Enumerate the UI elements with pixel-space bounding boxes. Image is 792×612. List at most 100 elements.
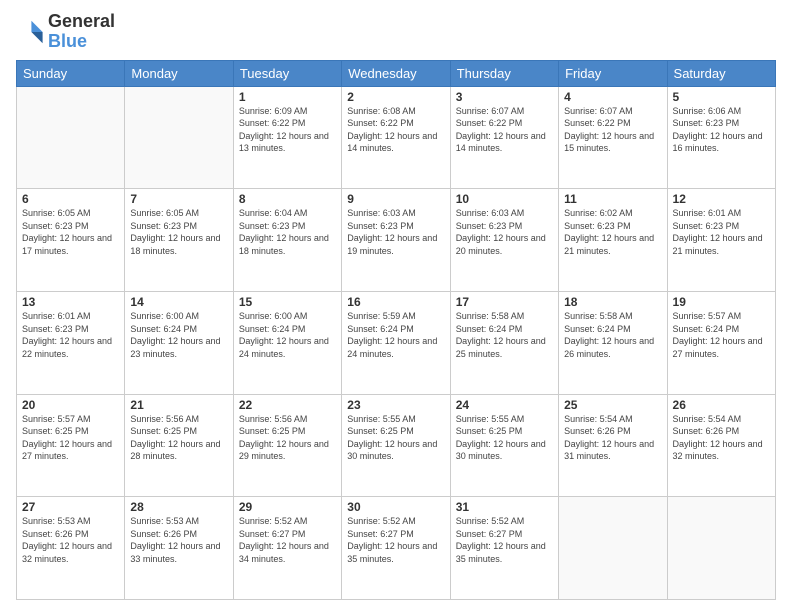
logo-text: General Blue: [48, 12, 115, 52]
day-info: Sunrise: 6:03 AM Sunset: 6:23 PM Dayligh…: [347, 207, 444, 257]
day-info: Sunrise: 6:07 AM Sunset: 6:22 PM Dayligh…: [456, 105, 553, 155]
day-info: Sunrise: 6:04 AM Sunset: 6:23 PM Dayligh…: [239, 207, 336, 257]
day-number: 7: [130, 192, 227, 206]
calendar-cell: 23Sunrise: 5:55 AM Sunset: 6:25 PM Dayli…: [342, 394, 450, 497]
calendar-week-3: 13Sunrise: 6:01 AM Sunset: 6:23 PM Dayli…: [17, 291, 776, 394]
calendar-cell: 1Sunrise: 6:09 AM Sunset: 6:22 PM Daylig…: [233, 86, 341, 189]
calendar-cell: 14Sunrise: 6:00 AM Sunset: 6:24 PM Dayli…: [125, 291, 233, 394]
day-info: Sunrise: 5:59 AM Sunset: 6:24 PM Dayligh…: [347, 310, 444, 360]
day-info: Sunrise: 5:52 AM Sunset: 6:27 PM Dayligh…: [239, 515, 336, 565]
calendar-cell: 11Sunrise: 6:02 AM Sunset: 6:23 PM Dayli…: [559, 189, 667, 292]
day-number: 20: [22, 398, 119, 412]
day-info: Sunrise: 5:55 AM Sunset: 6:25 PM Dayligh…: [456, 413, 553, 463]
column-header-monday: Monday: [125, 60, 233, 86]
day-number: 11: [564, 192, 661, 206]
day-number: 30: [347, 500, 444, 514]
day-number: 4: [564, 90, 661, 104]
calendar-cell: 13Sunrise: 6:01 AM Sunset: 6:23 PM Dayli…: [17, 291, 125, 394]
column-header-tuesday: Tuesday: [233, 60, 341, 86]
logo: General Blue: [16, 12, 115, 52]
day-info: Sunrise: 5:54 AM Sunset: 6:26 PM Dayligh…: [673, 413, 770, 463]
day-info: Sunrise: 6:03 AM Sunset: 6:23 PM Dayligh…: [456, 207, 553, 257]
logo-icon: [16, 18, 44, 46]
column-header-sunday: Sunday: [17, 60, 125, 86]
calendar-cell: 27Sunrise: 5:53 AM Sunset: 6:26 PM Dayli…: [17, 497, 125, 600]
column-header-wednesday: Wednesday: [342, 60, 450, 86]
calendar-cell: 29Sunrise: 5:52 AM Sunset: 6:27 PM Dayli…: [233, 497, 341, 600]
calendar-cell: 22Sunrise: 5:56 AM Sunset: 6:25 PM Dayli…: [233, 394, 341, 497]
day-number: 22: [239, 398, 336, 412]
calendar-week-4: 20Sunrise: 5:57 AM Sunset: 6:25 PM Dayli…: [17, 394, 776, 497]
day-number: 21: [130, 398, 227, 412]
calendar-week-2: 6Sunrise: 6:05 AM Sunset: 6:23 PM Daylig…: [17, 189, 776, 292]
day-info: Sunrise: 5:54 AM Sunset: 6:26 PM Dayligh…: [564, 413, 661, 463]
day-info: Sunrise: 5:56 AM Sunset: 6:25 PM Dayligh…: [130, 413, 227, 463]
calendar-cell: 17Sunrise: 5:58 AM Sunset: 6:24 PM Dayli…: [450, 291, 558, 394]
day-number: 12: [673, 192, 770, 206]
day-info: Sunrise: 5:55 AM Sunset: 6:25 PM Dayligh…: [347, 413, 444, 463]
day-number: 29: [239, 500, 336, 514]
day-number: 14: [130, 295, 227, 309]
day-number: 16: [347, 295, 444, 309]
day-number: 17: [456, 295, 553, 309]
column-header-thursday: Thursday: [450, 60, 558, 86]
day-info: Sunrise: 6:01 AM Sunset: 6:23 PM Dayligh…: [673, 207, 770, 257]
calendar-cell: 26Sunrise: 5:54 AM Sunset: 6:26 PM Dayli…: [667, 394, 775, 497]
day-number: 27: [22, 500, 119, 514]
header: General Blue: [16, 12, 776, 52]
day-number: 28: [130, 500, 227, 514]
calendar-cell: 24Sunrise: 5:55 AM Sunset: 6:25 PM Dayli…: [450, 394, 558, 497]
calendar-cell: 16Sunrise: 5:59 AM Sunset: 6:24 PM Dayli…: [342, 291, 450, 394]
calendar-cell: 18Sunrise: 5:58 AM Sunset: 6:24 PM Dayli…: [559, 291, 667, 394]
day-info: Sunrise: 6:08 AM Sunset: 6:22 PM Dayligh…: [347, 105, 444, 155]
calendar-cell: 15Sunrise: 6:00 AM Sunset: 6:24 PM Dayli…: [233, 291, 341, 394]
day-number: 9: [347, 192, 444, 206]
day-number: 3: [456, 90, 553, 104]
calendar-cell: 2Sunrise: 6:08 AM Sunset: 6:22 PM Daylig…: [342, 86, 450, 189]
day-info: Sunrise: 6:01 AM Sunset: 6:23 PM Dayligh…: [22, 310, 119, 360]
day-info: Sunrise: 6:09 AM Sunset: 6:22 PM Dayligh…: [239, 105, 336, 155]
day-info: Sunrise: 5:58 AM Sunset: 6:24 PM Dayligh…: [564, 310, 661, 360]
column-header-saturday: Saturday: [667, 60, 775, 86]
calendar-cell: 19Sunrise: 5:57 AM Sunset: 6:24 PM Dayli…: [667, 291, 775, 394]
day-info: Sunrise: 6:05 AM Sunset: 6:23 PM Dayligh…: [22, 207, 119, 257]
calendar-cell: 10Sunrise: 6:03 AM Sunset: 6:23 PM Dayli…: [450, 189, 558, 292]
calendar-cell: [667, 497, 775, 600]
calendar-cell: 25Sunrise: 5:54 AM Sunset: 6:26 PM Dayli…: [559, 394, 667, 497]
calendar-cell: [125, 86, 233, 189]
day-number: 31: [456, 500, 553, 514]
calendar-cell: 12Sunrise: 6:01 AM Sunset: 6:23 PM Dayli…: [667, 189, 775, 292]
calendar-cell: 4Sunrise: 6:07 AM Sunset: 6:22 PM Daylig…: [559, 86, 667, 189]
calendar-cell: 3Sunrise: 6:07 AM Sunset: 6:22 PM Daylig…: [450, 86, 558, 189]
day-info: Sunrise: 6:00 AM Sunset: 6:24 PM Dayligh…: [239, 310, 336, 360]
day-number: 26: [673, 398, 770, 412]
day-number: 5: [673, 90, 770, 104]
calendar-table: SundayMondayTuesdayWednesdayThursdayFrid…: [16, 60, 776, 600]
calendar-cell: 8Sunrise: 6:04 AM Sunset: 6:23 PM Daylig…: [233, 189, 341, 292]
day-info: Sunrise: 6:07 AM Sunset: 6:22 PM Dayligh…: [564, 105, 661, 155]
day-number: 13: [22, 295, 119, 309]
calendar-header-row: SundayMondayTuesdayWednesdayThursdayFrid…: [17, 60, 776, 86]
calendar-cell: 5Sunrise: 6:06 AM Sunset: 6:23 PM Daylig…: [667, 86, 775, 189]
day-info: Sunrise: 5:53 AM Sunset: 6:26 PM Dayligh…: [130, 515, 227, 565]
day-number: 23: [347, 398, 444, 412]
calendar-cell: 21Sunrise: 5:56 AM Sunset: 6:25 PM Dayli…: [125, 394, 233, 497]
day-info: Sunrise: 5:52 AM Sunset: 6:27 PM Dayligh…: [347, 515, 444, 565]
calendar-cell: 9Sunrise: 6:03 AM Sunset: 6:23 PM Daylig…: [342, 189, 450, 292]
day-info: Sunrise: 5:58 AM Sunset: 6:24 PM Dayligh…: [456, 310, 553, 360]
day-number: 25: [564, 398, 661, 412]
calendar-cell: 30Sunrise: 5:52 AM Sunset: 6:27 PM Dayli…: [342, 497, 450, 600]
day-info: Sunrise: 5:57 AM Sunset: 6:25 PM Dayligh…: [22, 413, 119, 463]
day-info: Sunrise: 5:53 AM Sunset: 6:26 PM Dayligh…: [22, 515, 119, 565]
day-info: Sunrise: 5:57 AM Sunset: 6:24 PM Dayligh…: [673, 310, 770, 360]
day-number: 15: [239, 295, 336, 309]
calendar-cell: 31Sunrise: 5:52 AM Sunset: 6:27 PM Dayli…: [450, 497, 558, 600]
day-info: Sunrise: 6:00 AM Sunset: 6:24 PM Dayligh…: [130, 310, 227, 360]
day-info: Sunrise: 5:56 AM Sunset: 6:25 PM Dayligh…: [239, 413, 336, 463]
day-info: Sunrise: 6:05 AM Sunset: 6:23 PM Dayligh…: [130, 207, 227, 257]
column-header-friday: Friday: [559, 60, 667, 86]
calendar-cell: 20Sunrise: 5:57 AM Sunset: 6:25 PM Dayli…: [17, 394, 125, 497]
day-number: 1: [239, 90, 336, 104]
calendar-cell: 7Sunrise: 6:05 AM Sunset: 6:23 PM Daylig…: [125, 189, 233, 292]
day-number: 8: [239, 192, 336, 206]
